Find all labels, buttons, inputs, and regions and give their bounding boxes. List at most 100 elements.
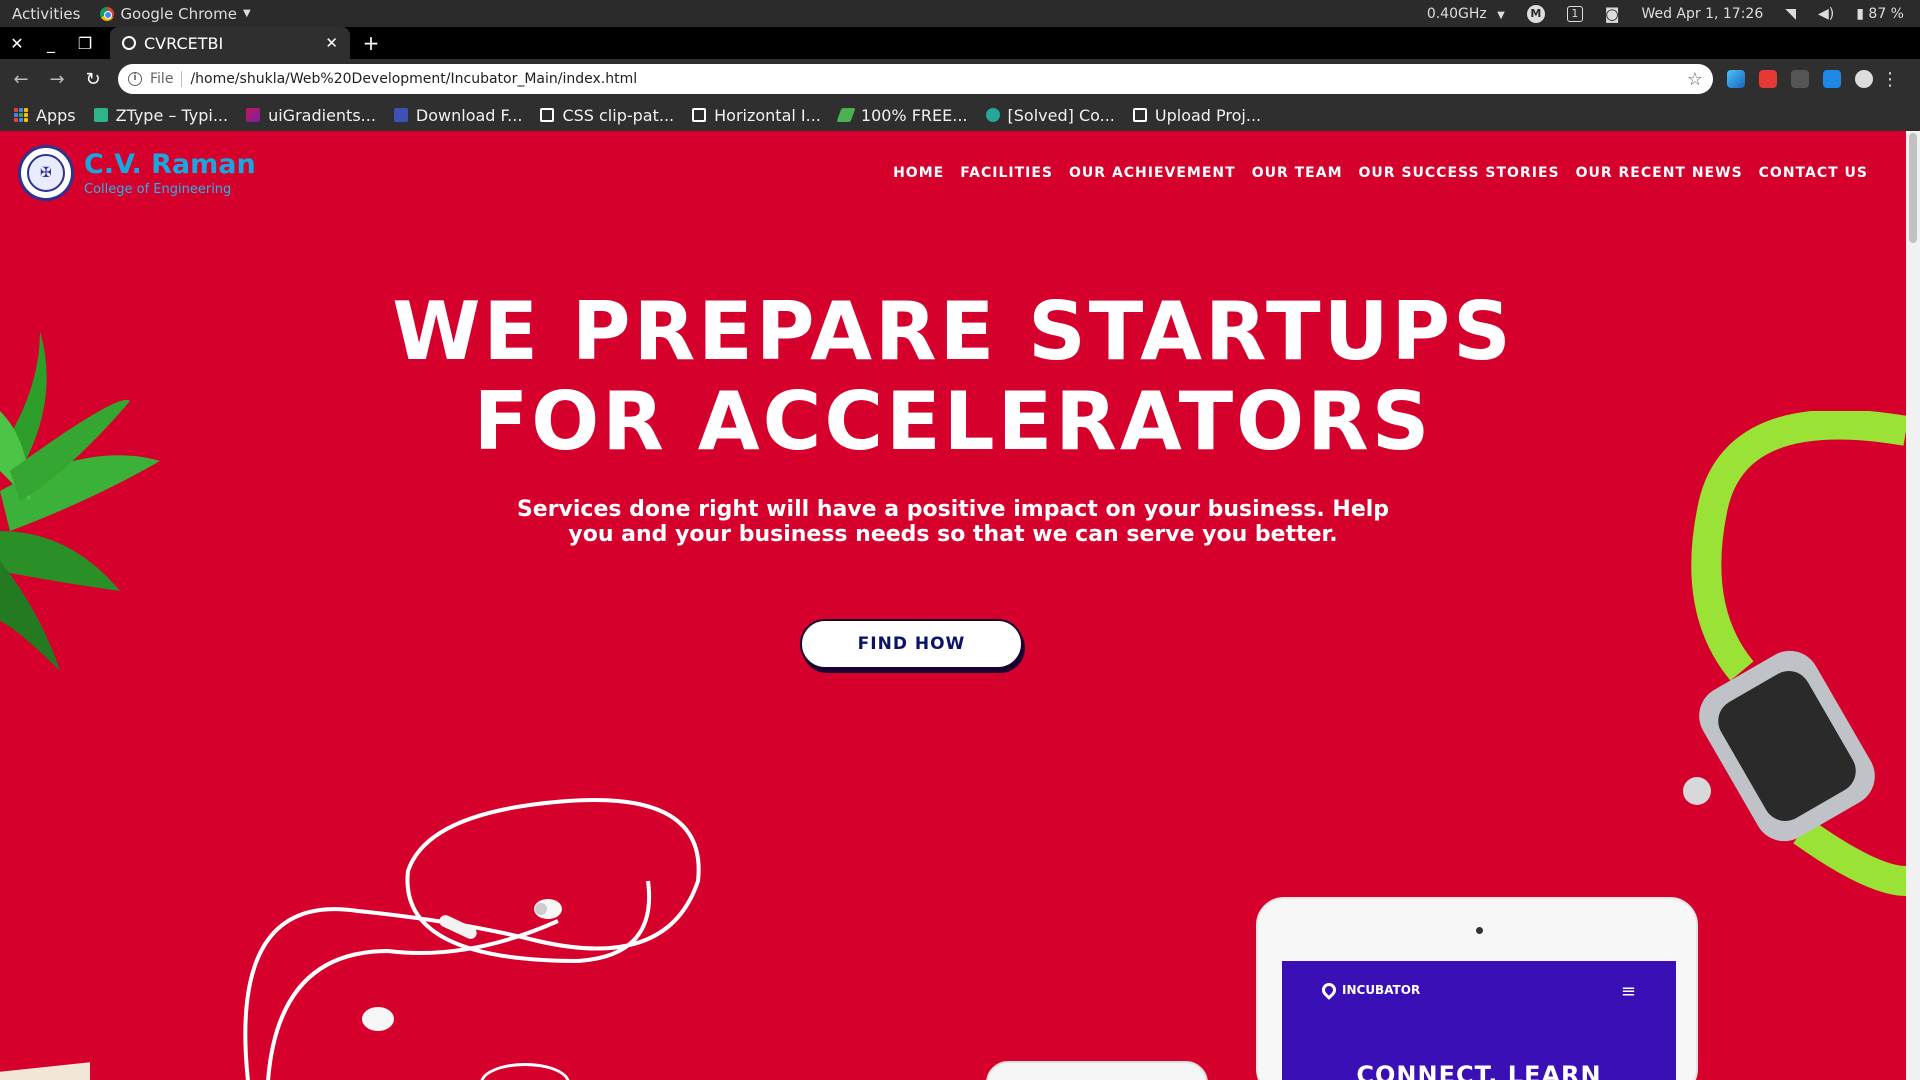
blue-extension-icon[interactable] [1823,70,1841,88]
apps-grid-icon [14,108,28,122]
bookmark-label: Apps [36,105,76,125]
chrome-menu-icon[interactable]: ⋮ [1881,69,1899,90]
bookmark-item[interactable]: 100% FREE... [836,105,968,125]
chevron-down-icon: ▼ [1497,9,1505,21]
brand-subtitle: College of Engineering [84,181,232,197]
brand-logo[interactable]: ✠ C.V. Raman College of Engineering [18,145,256,201]
nav-home[interactable]: HOME [893,165,944,181]
file-scheme-label: File [150,71,174,87]
bookmark-label: [Solved] Co... [1007,105,1115,125]
tablet-brand: INCUBATOR [1342,983,1421,997]
nav-our-team[interactable]: OUR TEAM [1252,165,1343,181]
tablet-mockup: INCUBATOR ≡ CONNECT. LEARN [1256,897,1698,1080]
cpu-frequency-indicator[interactable]: 0.40GHz ▼ [1427,6,1505,22]
tablet-heading: CONNECT. LEARN [1356,1061,1602,1080]
dark-extension-icon[interactable] [1791,70,1809,88]
brand-text: C.V. Raman College of Engineering [84,148,256,197]
scrollbar-thumb[interactable] [1909,133,1917,243]
reload-icon[interactable]: ↻ [78,64,108,94]
nav-our-success-stories[interactable]: OUR SUCCESS STORIES [1359,165,1560,181]
os-top-bar: Activities Google Chrome ▼ 0.40GHz ▼ M 1… [0,0,1920,27]
window-close-icon[interactable]: ✕ [0,27,34,59]
bookmark-item[interactable]: ZType – Typi... [93,105,229,125]
tablet-screen: INCUBATOR ≡ CONNECT. LEARN [1282,961,1676,1080]
camera-icon[interactable]: ◙ [1605,5,1620,23]
browser-toolbar: ← → ↻ i File /home/shukla/Web%20Developm… [0,59,1920,99]
tab-close-icon[interactable]: ✕ [325,34,338,52]
bookmarks-bar: Apps ZType – Typi... uiGradients... Down… [0,99,1920,131]
battery-percent: 87 % [1868,5,1904,22]
battery-indicator[interactable]: ▮ 87 % [1856,6,1904,22]
extensions-row [1727,70,1873,88]
messaging-icon[interactable]: M [1526,4,1545,23]
camera-dot-icon [1476,927,1483,934]
hero-title-line-2: FOR ACCELERATORS [473,375,1433,468]
page-scrollbar[interactable] [1906,131,1920,1080]
ztype-icon [93,108,108,122]
tab-strip: ✕ _ ❐ CVRCETBI ✕ + [0,27,1920,59]
bookmark-label: Upload Proj... [1154,105,1262,125]
nav-our-recent-news[interactable]: OUR RECENT NEWS [1576,165,1743,181]
bookmark-item[interactable]: uiGradients... [246,106,376,125]
bookmark-apps[interactable]: Apps [14,106,76,125]
smartwatch-image [1683,411,1906,896]
hero-subtitle: Services done right will have a positive… [516,497,1390,547]
nav-contact-us[interactable]: CONTACT US [1759,165,1868,181]
bookmark-star-icon[interactable]: ☆ [1687,69,1703,90]
bookmark-item[interactable]: Download F... [393,105,523,125]
bookmark-item[interactable]: [Solved] Co... [985,105,1115,125]
url-text[interactable]: /home/shukla/Web%20Development/Incubator… [190,71,1686,87]
college-emblem-icon: ✠ [18,145,74,201]
wifi-icon[interactable]: ◥ [1785,6,1796,22]
bookmark-label: CSS clip-pat... [562,105,675,125]
chrome-icon [100,6,115,21]
desk-edge-image [0,1062,90,1080]
hero-title-line-1: WE PREPARE STARTUPS [392,285,1514,378]
bookmark-item[interactable]: CSS clip-pat... [540,106,674,125]
chevron-down-icon: ▼ [242,8,251,19]
info-icon[interactable]: i [128,72,142,86]
activities-button[interactable]: Activities [12,5,80,23]
profile-avatar-icon[interactable] [1855,70,1873,88]
bookmark-label: Horizontal I... [714,105,821,125]
bookmark-label: Download F... [415,105,523,125]
tab-active[interactable]: CVRCETBI ✕ [110,27,350,59]
cpu-frequency-label: 0.40GHz [1426,5,1487,22]
globe-icon [122,36,136,50]
nav-our-achievement[interactable]: OUR ACHIEVEMENT [1069,165,1236,181]
app-menu-label: Google Chrome [120,4,237,23]
emblem-shield-icon: ✠ [27,154,65,192]
red-extension-icon[interactable] [1759,70,1777,88]
brand-name: C.V. Raman [84,148,256,180]
hamburger-menu-icon: ≡ [1620,981,1636,1002]
back-arrow-icon[interactable]: ← [6,64,36,94]
location-pin-icon [1319,980,1339,1000]
app-menu[interactable]: Google Chrome ▼ [100,4,251,23]
nav-facilities[interactable]: FACILITIES [960,165,1053,181]
leaf-icon [836,108,856,122]
bookmark-label: 100% FREE... [860,105,968,125]
tab-title: CVRCETBI [144,33,224,53]
tablet-nav: INCUBATOR [1319,980,1421,1000]
color-picker-extension-icon[interactable] [1727,70,1745,88]
workspace-indicator[interactable]: 1 [1566,5,1583,22]
forward-arrow-icon[interactable]: → [42,64,72,94]
codepen-icon [540,108,555,122]
page-viewport: INCUBATOR ≡ CONNECT. LEARN ✠ C.V. Raman … [0,131,1920,1080]
bookmark-item[interactable]: Horizontal I... [692,106,821,125]
bookmark-label: uiGradients... [268,105,376,125]
clock[interactable]: Wed Apr 1, 17:26 [1641,6,1763,22]
uigradients-icon [246,108,261,122]
bookmark-label: ZType – Typi... [115,105,229,125]
address-bar[interactable]: i File /home/shukla/Web%20Development/In… [118,64,1713,94]
battery-icon: ▮ [1856,5,1864,22]
hero-title: WE PREPARE STARTUPS FOR ACCELERATORS [0,287,1906,467]
new-tab-button[interactable]: + [354,27,388,59]
window-restore-icon[interactable]: ❐ [68,27,102,59]
divider [181,71,183,87]
android-icon [985,108,1000,122]
find-how-button[interactable]: FIND HOW [800,619,1023,669]
bookmark-item[interactable]: Upload Proj... [1132,105,1262,125]
window-minimize-icon[interactable]: _ [34,27,68,59]
volume-icon[interactable]: ◀) [1818,6,1834,22]
